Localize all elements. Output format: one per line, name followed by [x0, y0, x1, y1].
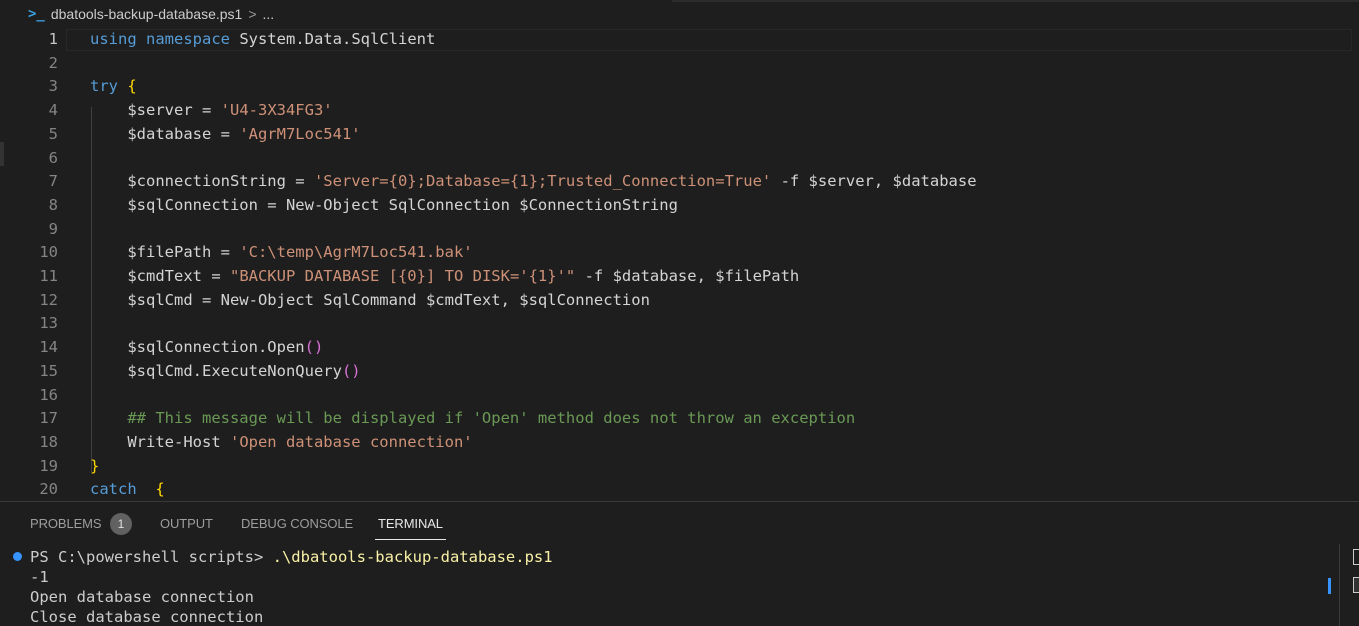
line-number: 18	[39, 432, 58, 451]
code-line[interactable]: 3 try {	[0, 75, 1359, 99]
code-line[interactable]: 15 $sqlCmd.ExecuteNonQuery()	[0, 360, 1359, 384]
code-line[interactable]: 19}	[0, 455, 1359, 479]
code-line[interactable]: 1 using namespace System.Data.SqlClient	[0, 29, 1359, 52]
tab-problems[interactable]: PROBLEMS	[30, 502, 102, 542]
code-line[interactable]: 8 $sqlConnection = New-Object SqlConnect…	[0, 194, 1359, 218]
line-number: 7	[48, 172, 58, 191]
code-line[interactable]: 10 $filePath = 'C:\temp\AgrM7Loc541.bak'	[0, 241, 1359, 265]
line-number: 1	[48, 30, 58, 48]
terminal-output-line: -1	[30, 568, 49, 586]
terminal-prompt-line: PS C:\powershell scripts> .\dbatools-bac…	[30, 547, 553, 567]
code-text: using namespace System.Data.SqlClient	[90, 30, 436, 48]
scrollbar-marker	[1328, 578, 1331, 594]
code-line[interactable]: 4 $server = 'U4-3X34FG3'	[0, 99, 1359, 123]
code-line[interactable]: 9	[0, 218, 1359, 242]
code-line[interactable]: 6	[0, 147, 1359, 171]
code-line[interactable]: 12 $sqlCmd = New-Object SqlCommand $cmdT…	[0, 289, 1359, 313]
problems-count-badge: 1	[110, 513, 132, 535]
powershell-icon: >_	[28, 6, 45, 22]
breadcrumb-file[interactable]: dbatools-backup-database.ps1	[51, 6, 242, 22]
code-line[interactable]: 7 $connectionString = 'Server={0};Databa…	[0, 170, 1359, 194]
code-line[interactable]: 16	[0, 384, 1359, 408]
code-line[interactable]: 2	[0, 52, 1359, 76]
code-text: $filePath = 'C:\temp\AgrM7Loc541.bak'	[90, 243, 473, 262]
terminal[interactable]: PS C:\powershell scripts> .\dbatools-bac…	[0, 546, 1340, 626]
code-text: $sqlCmd.ExecuteNonQuery()	[90, 361, 361, 380]
terminal-instance-icon[interactable]	[1353, 549, 1359, 565]
code-text: $sqlConnection.Open()	[90, 338, 324, 357]
terminal-prompt: PS C:\powershell scripts>	[30, 548, 273, 566]
terminal-command: .\dbatools-backup-database.ps1	[272, 548, 553, 566]
terminal-instance-icon[interactable]	[1353, 577, 1359, 593]
code-text: $sqlConnection = New-Object SqlConnectio…	[90, 195, 678, 214]
code-line[interactable]: 11 $cmdText = "BACKUP DATABASE [{0}] TO …	[0, 265, 1359, 289]
line-number: 6	[48, 148, 58, 167]
line-number: 4	[48, 101, 58, 120]
code-text: $server = 'U4-3X34FG3'	[90, 101, 333, 120]
code-line[interactable]: 20 catch {	[0, 478, 1359, 501]
line-number: 5	[48, 124, 58, 143]
line-number: 14	[39, 338, 58, 357]
code-line[interactable]: 13	[0, 312, 1359, 336]
code-text: $sqlCmd = New-Object SqlCommand $cmdText…	[90, 290, 650, 309]
line-number: 11	[39, 267, 58, 285]
code-line[interactable]: 5 $database = 'AgrM7Loc541'	[0, 123, 1359, 147]
code-text: catch {	[90, 480, 165, 499]
terminal-sidebar-border	[1339, 544, 1340, 626]
code-line[interactable]: 18 Write-Host 'Open database connection'	[0, 431, 1359, 455]
tab-debug-console[interactable]: DEBUG CONSOLE	[241, 502, 353, 542]
code-line[interactable]: 17 ## This message will be displayed if …	[0, 407, 1359, 431]
line-number: 15	[39, 361, 58, 380]
breadcrumb: >_ dbatools-backup-database.ps1 > ...	[0, 0, 1359, 28]
line-number: 2	[48, 53, 58, 72]
line-number: 19	[39, 456, 58, 475]
tab-output[interactable]: OUTPUT	[160, 502, 213, 542]
line-number: 16	[39, 385, 58, 404]
line-number: 20	[39, 480, 58, 499]
line-number: 13	[39, 314, 58, 333]
code-text: }	[90, 456, 100, 475]
code-text: $database = 'AgrM7Loc541'	[90, 124, 361, 143]
code-text: Write-Host 'Open database connection'	[90, 432, 473, 451]
sash-marker	[0, 142, 4, 166]
line-number: 3	[48, 77, 58, 96]
line-number: 17	[39, 409, 58, 428]
code-line[interactable]: 14 $sqlConnection.Open()	[0, 336, 1359, 360]
code-text: try {	[90, 77, 137, 96]
line-number: 8	[48, 195, 58, 214]
line-number: 12	[39, 290, 58, 309]
panel-tabs: PROBLEMS OUTPUT DEBUG CONSOLE TERMINAL	[0, 502, 1359, 542]
code-editor[interactable]: 1 using namespace System.Data.SqlClient 2 3…	[0, 29, 1359, 501]
terminal-output-line: Close database connection	[30, 608, 264, 626]
code-text: ## This message will be displayed if 'Op…	[90, 409, 856, 428]
line-number: 10	[39, 243, 58, 262]
chevron-right-icon: >	[248, 6, 257, 22]
tab-terminal[interactable]: TERMINAL	[375, 502, 446, 542]
breadcrumb-more[interactable]: ...	[263, 6, 275, 22]
line-number: 9	[48, 219, 58, 238]
terminal-output-line: Open database connection	[30, 588, 254, 606]
code-text: $connectionString = 'Server={0};Database…	[90, 172, 977, 191]
code-text: $cmdText = "BACKUP DATABASE [{0}] TO DIS…	[90, 267, 800, 285]
